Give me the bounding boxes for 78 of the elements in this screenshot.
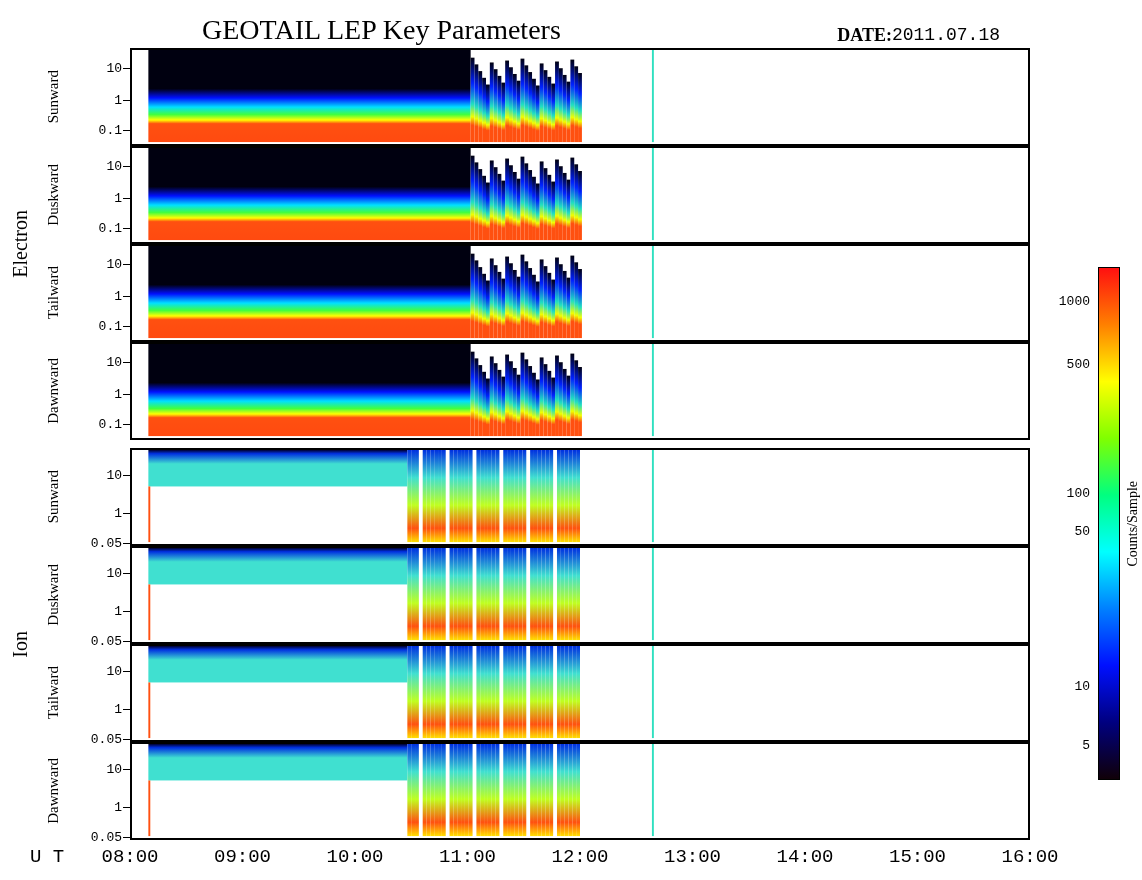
time-tick-label: 15:00 xyxy=(889,848,946,867)
time-tick-label: 09:00 xyxy=(214,848,271,867)
axis-tick xyxy=(123,573,130,575)
date-value: 2011.07.18 xyxy=(891,26,1000,44)
axis-tick xyxy=(123,263,130,265)
axis-tick xyxy=(123,99,130,101)
time-axis-label: U T xyxy=(30,846,65,868)
axis-tick-label: 1 xyxy=(114,506,122,520)
panel-label: Dawnward xyxy=(45,758,61,824)
axis-tick xyxy=(123,197,130,199)
panel-label: Duskward xyxy=(45,164,61,226)
axis-tick xyxy=(123,806,130,808)
axis-tick xyxy=(123,393,130,395)
chart-title: GEOTAIL LEP Key Parameters xyxy=(202,16,561,44)
color-scale-label: 100 xyxy=(1066,486,1090,500)
axis-tick xyxy=(123,739,130,741)
axis-tick-label: 1 xyxy=(114,800,122,814)
axis-tick-label: 10 xyxy=(106,257,122,271)
panel-label: Dawnward xyxy=(45,358,61,424)
axis-tick-label: 1 xyxy=(114,93,122,107)
axis-tick-label: 0.1 xyxy=(98,123,122,137)
axis-tick-label: 1 xyxy=(114,191,122,205)
axis-tick xyxy=(123,610,130,612)
axis-tick-label: 10 xyxy=(106,664,122,678)
axis-tick-label: 1 xyxy=(114,604,122,618)
time-tick-label: 11:00 xyxy=(439,848,496,867)
panel-label: Duskward xyxy=(45,564,61,626)
axis-tick-label: 10 xyxy=(106,762,122,776)
group-label: Ion xyxy=(10,630,30,658)
axis-tick xyxy=(123,512,130,514)
axis-tick xyxy=(123,130,130,132)
time-tick-label: 13:00 xyxy=(664,848,721,867)
axis-tick-label: 1 xyxy=(114,702,122,716)
axis-tick xyxy=(123,67,130,69)
axis-tick xyxy=(123,228,130,230)
axis-tick-label: 0.05 xyxy=(90,536,122,550)
color-scale-label: 50 xyxy=(1074,524,1090,538)
color-scale-label: 1000 xyxy=(1058,294,1090,308)
axis-tick-label: 10 xyxy=(106,159,122,173)
axis-tick-label: 0.05 xyxy=(90,830,122,844)
axis-tick-label: 1 xyxy=(114,289,122,303)
axis-tick xyxy=(123,361,130,363)
time-tick-label: 10:00 xyxy=(326,848,384,867)
axis-tick-label: 10 xyxy=(106,468,122,482)
axis-tick-label: 0.1 xyxy=(98,417,122,431)
time-tick-label: 08:00 xyxy=(101,848,159,867)
color-scale-title: Counts/Sample xyxy=(1126,480,1140,567)
axis-tick-label: 0.05 xyxy=(90,634,122,648)
axis-tick-label: 1 xyxy=(114,387,122,401)
panel-label: Tailward xyxy=(45,666,61,720)
axis-tick xyxy=(123,543,130,545)
axis-tick-label: 0.05 xyxy=(90,732,122,746)
axis-tick-label: 10 xyxy=(106,355,122,369)
axis-tick-label: 10 xyxy=(106,61,122,75)
panel-label: Tailward xyxy=(45,266,61,320)
time-tick-label: 12:00 xyxy=(551,848,609,867)
axis-tick xyxy=(123,641,130,643)
axis-tick xyxy=(123,326,130,328)
date-label: DATE: xyxy=(837,26,892,44)
time-tick-label: 16:00 xyxy=(1001,848,1059,867)
axis-tick xyxy=(123,165,130,167)
axis-tick-label: 10 xyxy=(106,566,122,580)
axis-tick xyxy=(123,837,130,839)
panel-label: Sunward xyxy=(45,470,61,524)
group-label: Electron xyxy=(10,210,30,278)
axis-tick xyxy=(123,708,130,710)
axis-tick-label: 0.1 xyxy=(98,319,122,333)
axis-tick xyxy=(123,671,130,673)
axis-tick xyxy=(123,475,130,477)
color-scale-label: 10 xyxy=(1074,679,1090,693)
color-scale-label: 5 xyxy=(1082,738,1090,752)
time-tick-label: 14:00 xyxy=(776,848,834,867)
panel-label: Sunward xyxy=(45,70,61,124)
axis-tick xyxy=(123,295,130,297)
axis-tick-label: 0.1 xyxy=(98,221,122,235)
axis-tick xyxy=(123,424,130,426)
color-scale-label: 500 xyxy=(1066,357,1090,371)
axis-tick xyxy=(123,769,130,771)
